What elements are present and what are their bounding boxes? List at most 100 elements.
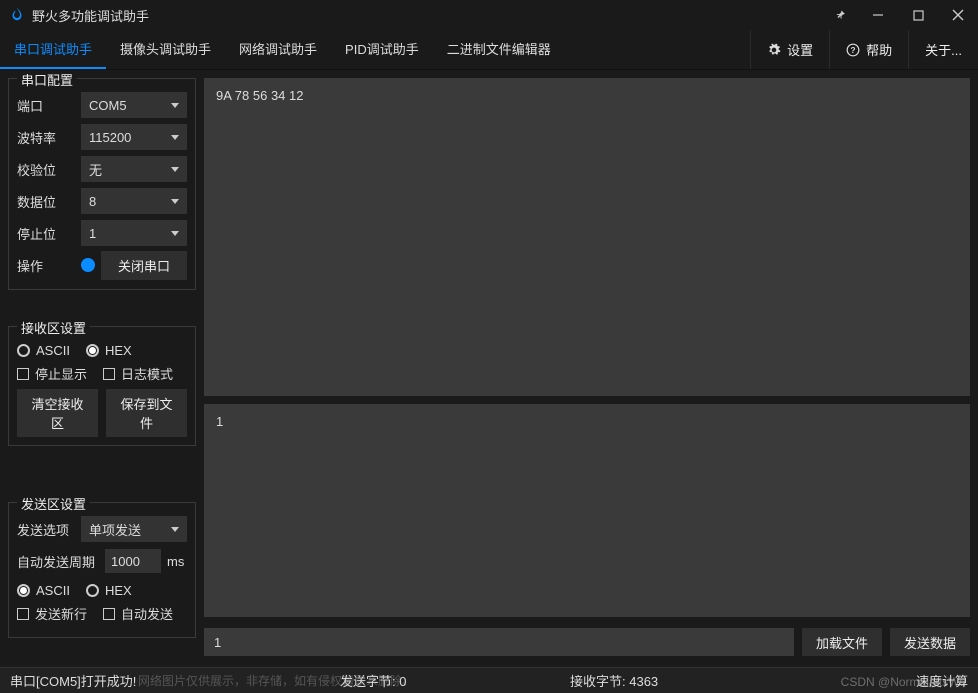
- maximize-icon[interactable]: [898, 0, 938, 30]
- send-settings-title: 发送区设置: [17, 494, 90, 513]
- help-icon: ?: [846, 43, 860, 57]
- send-option-label: 发送选项: [17, 520, 75, 539]
- period-input[interactable]: [105, 549, 161, 573]
- recv-stop-checkbox[interactable]: 停止显示: [17, 364, 87, 383]
- send-panel[interactable]: 1: [204, 404, 970, 617]
- chevron-down-icon: [171, 135, 179, 140]
- menu-about-label: 关于...: [925, 40, 962, 59]
- sidebar: 串口配置 端口 COM5 波特率 115200 校验位 无: [0, 70, 204, 667]
- parity-value: 无: [89, 160, 102, 179]
- send-ascii-radio[interactable]: ASCII: [17, 583, 70, 598]
- app-title: 野火多功能调试助手: [32, 6, 824, 25]
- send-ascii-label: ASCII: [36, 583, 70, 598]
- recv-settings-title: 接收区设置: [17, 318, 90, 337]
- checkbox-icon: [17, 608, 29, 620]
- close-port-button[interactable]: 关闭串口: [101, 251, 187, 280]
- serial-config-title: 串口配置: [17, 70, 77, 89]
- checkbox-icon: [103, 608, 115, 620]
- send-option-value: 单项发送: [89, 520, 141, 539]
- send-combo[interactable]: 1: [204, 628, 794, 656]
- recv-log-label: 日志模式: [121, 364, 173, 383]
- chevron-down-icon: [171, 527, 179, 532]
- recv-ascii-radio[interactable]: ASCII: [17, 343, 70, 358]
- recv-settings: 接收区设置 ASCII HEX 停止显示 日志模式: [8, 326, 196, 446]
- status-rx: 接收字节: 4363: [570, 671, 770, 690]
- menu-right: 设置 ? 帮助 关于...: [750, 30, 978, 69]
- chevron-down-icon: [171, 103, 179, 108]
- window-controls: [824, 0, 978, 30]
- minimize-icon[interactable]: [858, 0, 898, 30]
- radio-icon: [17, 584, 30, 597]
- send-option-select[interactable]: 单项发送: [81, 516, 187, 542]
- tab-camera[interactable]: 摄像头调试助手: [106, 30, 225, 69]
- checkbox-icon: [103, 368, 115, 380]
- port-select[interactable]: COM5: [81, 92, 187, 118]
- stopbits-select[interactable]: 1: [81, 220, 187, 246]
- recv-ascii-label: ASCII: [36, 343, 70, 358]
- send-hex-radio[interactable]: HEX: [86, 583, 132, 598]
- checkbox-icon: [17, 368, 29, 380]
- baud-value: 115200: [89, 130, 131, 145]
- main: 串口配置 端口 COM5 波特率 115200 校验位 无: [0, 70, 978, 667]
- parity-label: 校验位: [17, 160, 75, 179]
- close-icon[interactable]: [938, 0, 978, 30]
- status-speed: 速度计算: [916, 671, 968, 690]
- send-settings: 发送区设置 发送选项 单项发送 自动发送周期 ms ASCII: [8, 502, 196, 638]
- recv-stop-label: 停止显示: [35, 364, 87, 383]
- stopbits-label: 停止位: [17, 224, 75, 243]
- recv-hex-label: HEX: [105, 343, 132, 358]
- app-icon: [8, 6, 26, 24]
- load-file-button[interactable]: 加载文件: [802, 628, 882, 656]
- period-unit: ms: [167, 554, 184, 569]
- baud-label: 波特率: [17, 128, 75, 147]
- baud-select[interactable]: 115200: [81, 124, 187, 150]
- databits-label: 数据位: [17, 192, 75, 211]
- parity-select[interactable]: 无: [81, 156, 187, 182]
- serial-config: 串口配置 端口 COM5 波特率 115200 校验位 无: [8, 78, 196, 290]
- databits-select[interactable]: 8: [81, 188, 187, 214]
- send-combo-value: 1: [214, 635, 221, 650]
- tab-pid[interactable]: PID调试助手: [331, 30, 433, 69]
- send-newline-checkbox[interactable]: 发送新行: [17, 604, 87, 623]
- titlebar: 野火多功能调试助手: [0, 0, 978, 30]
- menu-about[interactable]: 关于...: [908, 30, 978, 69]
- recv-text: 9A 78 56 34 12: [216, 88, 303, 103]
- tabbar: 串口调试助手 摄像头调试助手 网络调试助手 PID调试助手 二进制文件编辑器 设…: [0, 30, 978, 70]
- menu-help[interactable]: ? 帮助: [829, 30, 908, 69]
- sendbar: 1 加载文件 发送数据: [204, 625, 970, 659]
- save-to-file-button[interactable]: 保存到文件: [106, 389, 187, 437]
- svg-text:?: ?: [851, 45, 856, 54]
- recv-hex-radio[interactable]: HEX: [86, 343, 132, 358]
- chevron-down-icon: [171, 231, 179, 236]
- send-data-button[interactable]: 发送数据: [890, 628, 970, 656]
- send-text: 1: [216, 414, 223, 429]
- radio-icon: [17, 344, 30, 357]
- send-auto-checkbox[interactable]: 自动发送: [103, 604, 173, 623]
- period-label: 自动发送周期: [17, 552, 99, 571]
- port-value: COM5: [89, 98, 127, 113]
- databits-value: 8: [89, 194, 96, 209]
- menu-help-label: 帮助: [866, 40, 892, 59]
- send-auto-label: 自动发送: [121, 604, 173, 623]
- send-newline-label: 发送新行: [35, 604, 87, 623]
- tab-binary[interactable]: 二进制文件编辑器: [433, 30, 565, 69]
- gear-icon: [767, 43, 781, 57]
- tab-serial[interactable]: 串口调试助手: [0, 30, 106, 69]
- menu-settings[interactable]: 设置: [750, 30, 829, 69]
- radio-icon: [86, 584, 99, 597]
- recv-panel[interactable]: 9A 78 56 34 12: [204, 78, 970, 396]
- chevron-down-icon: [171, 167, 179, 172]
- port-label: 端口: [17, 96, 75, 115]
- radio-icon: [86, 344, 99, 357]
- pin-icon[interactable]: [824, 0, 858, 30]
- chevron-down-icon: [171, 199, 179, 204]
- connection-indicator: [81, 258, 95, 272]
- tab-network[interactable]: 网络调试助手: [225, 30, 331, 69]
- tabs: 串口调试助手 摄像头调试助手 网络调试助手 PID调试助手 二进制文件编辑器: [0, 30, 565, 69]
- statusbar: 串口[COM5]打开成功! 发送字节: 0 接收字节: 4363 速度计算: [0, 667, 978, 693]
- clear-recv-button[interactable]: 清空接收区: [17, 389, 98, 437]
- action-label: 操作: [17, 256, 75, 275]
- content: 9A 78 56 34 12 1 1 加载文件 发送数据: [204, 70, 978, 667]
- recv-log-checkbox[interactable]: 日志模式: [103, 364, 173, 383]
- send-hex-label: HEX: [105, 583, 132, 598]
